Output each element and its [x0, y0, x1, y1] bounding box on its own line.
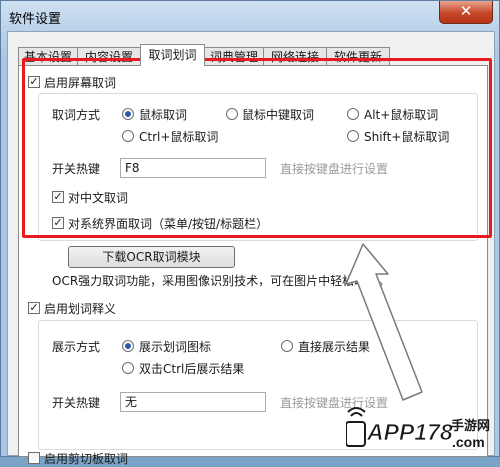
- mode-radio-alt[interactable]: [347, 108, 359, 120]
- mode-radio-mouse[interactable]: [122, 108, 134, 120]
- enable-pick-checkbox[interactable]: ✓: [28, 76, 40, 88]
- enable-select-checkbox[interactable]: ✓: [28, 302, 40, 314]
- mode-label-ctrl: Ctrl+鼠标取词: [139, 130, 219, 144]
- display-label-ctrl: 双击Ctrl后展示结果: [139, 362, 245, 376]
- display-radio-direct[interactable]: [281, 340, 293, 352]
- enable-clipboard-checkbox[interactable]: [28, 452, 40, 464]
- mode-label-middle: 鼠标中键取词: [242, 108, 315, 122]
- tab-dictionary[interactable]: 词典管理: [204, 47, 264, 65]
- ocr-description: OCR强力取词功能，采用图像识别技术，可在图片中轻松取词。: [52, 274, 391, 288]
- mode-radio-middle[interactable]: [226, 108, 238, 120]
- close-icon: ✕: [459, 2, 473, 20]
- select-hotkey-label: 开关热键: [52, 396, 101, 410]
- enable-select-label: 启用划词释义: [44, 302, 117, 316]
- system-ui-pick-checkbox[interactable]: ✓: [52, 217, 64, 229]
- watermark-logo: APP178 手游网 .com: [345, 406, 496, 452]
- chinese-pick-checkbox[interactable]: ✓: [52, 191, 64, 203]
- display-label-icon: 展示划词图标: [139, 340, 212, 354]
- display-radio-icon[interactable]: [122, 340, 134, 352]
- display-mode-label: 展示方式: [52, 340, 101, 354]
- chinese-pick-label: 对中文取词: [68, 191, 129, 205]
- mode-radio-shift[interactable]: [347, 130, 359, 142]
- mode-label-mouse: 鼠标取词: [139, 108, 188, 122]
- watermark-sub: 手游网: [451, 418, 490, 434]
- tab-pick-select[interactable]: 取词划词: [140, 44, 205, 66]
- tab-basic[interactable]: 基本设置: [18, 47, 78, 65]
- tab-content[interactable]: 内容设置: [77, 47, 141, 65]
- close-button[interactable]: ✕: [439, 1, 493, 24]
- enable-pick-label: 启用屏幕取词: [44, 76, 117, 90]
- client-area: 基本设置 内容设置 取词划词 词典管理 网络连接 软件更新 ✓ 启用屏幕取词 取…: [7, 31, 495, 466]
- mode-label-alt: Alt+鼠标取词: [364, 108, 439, 122]
- pick-mode-label: 取词方式: [52, 108, 101, 122]
- mode-label-shift: Shift+鼠标取词: [364, 130, 450, 144]
- watermark-domain: .com: [452, 434, 485, 450]
- window-title: 软件设置: [9, 12, 62, 27]
- pick-hotkey-field[interactable]: F8: [120, 158, 266, 178]
- mode-radio-ctrl[interactable]: [122, 130, 134, 142]
- pick-hotkey-label: 开关热键: [52, 162, 101, 176]
- settings-window: 软件设置 ✕ 基本设置 内容设置 取词划词 词典管理 网络连接 软件更新 ✓ 启…: [0, 0, 500, 466]
- tab-panel: ✓ 启用屏幕取词 取词方式 鼠标取词 鼠标中键取词 Alt+鼠标取词 Ctrl+…: [18, 65, 488, 466]
- system-ui-pick-label: 对系统界面取词（菜单/按钮/标题栏）: [68, 217, 269, 231]
- select-hotkey-field[interactable]: 无: [120, 392, 266, 412]
- download-ocr-button[interactable]: 下载OCR取词模块: [68, 246, 235, 268]
- tab-network[interactable]: 网络连接: [263, 47, 327, 65]
- watermark-graphic: APP178 手游网 .com: [345, 407, 490, 450]
- watermark-text: APP178: [366, 419, 453, 445]
- tab-update[interactable]: 软件更新: [326, 47, 390, 65]
- display-label-direct: 直接展示结果: [298, 340, 371, 354]
- enable-clipboard-label: 启用剪切板取词: [44, 452, 129, 466]
- pick-hotkey-hint: 直接按键盘进行设置: [280, 162, 389, 176]
- display-radio-ctrl[interactable]: [122, 362, 134, 374]
